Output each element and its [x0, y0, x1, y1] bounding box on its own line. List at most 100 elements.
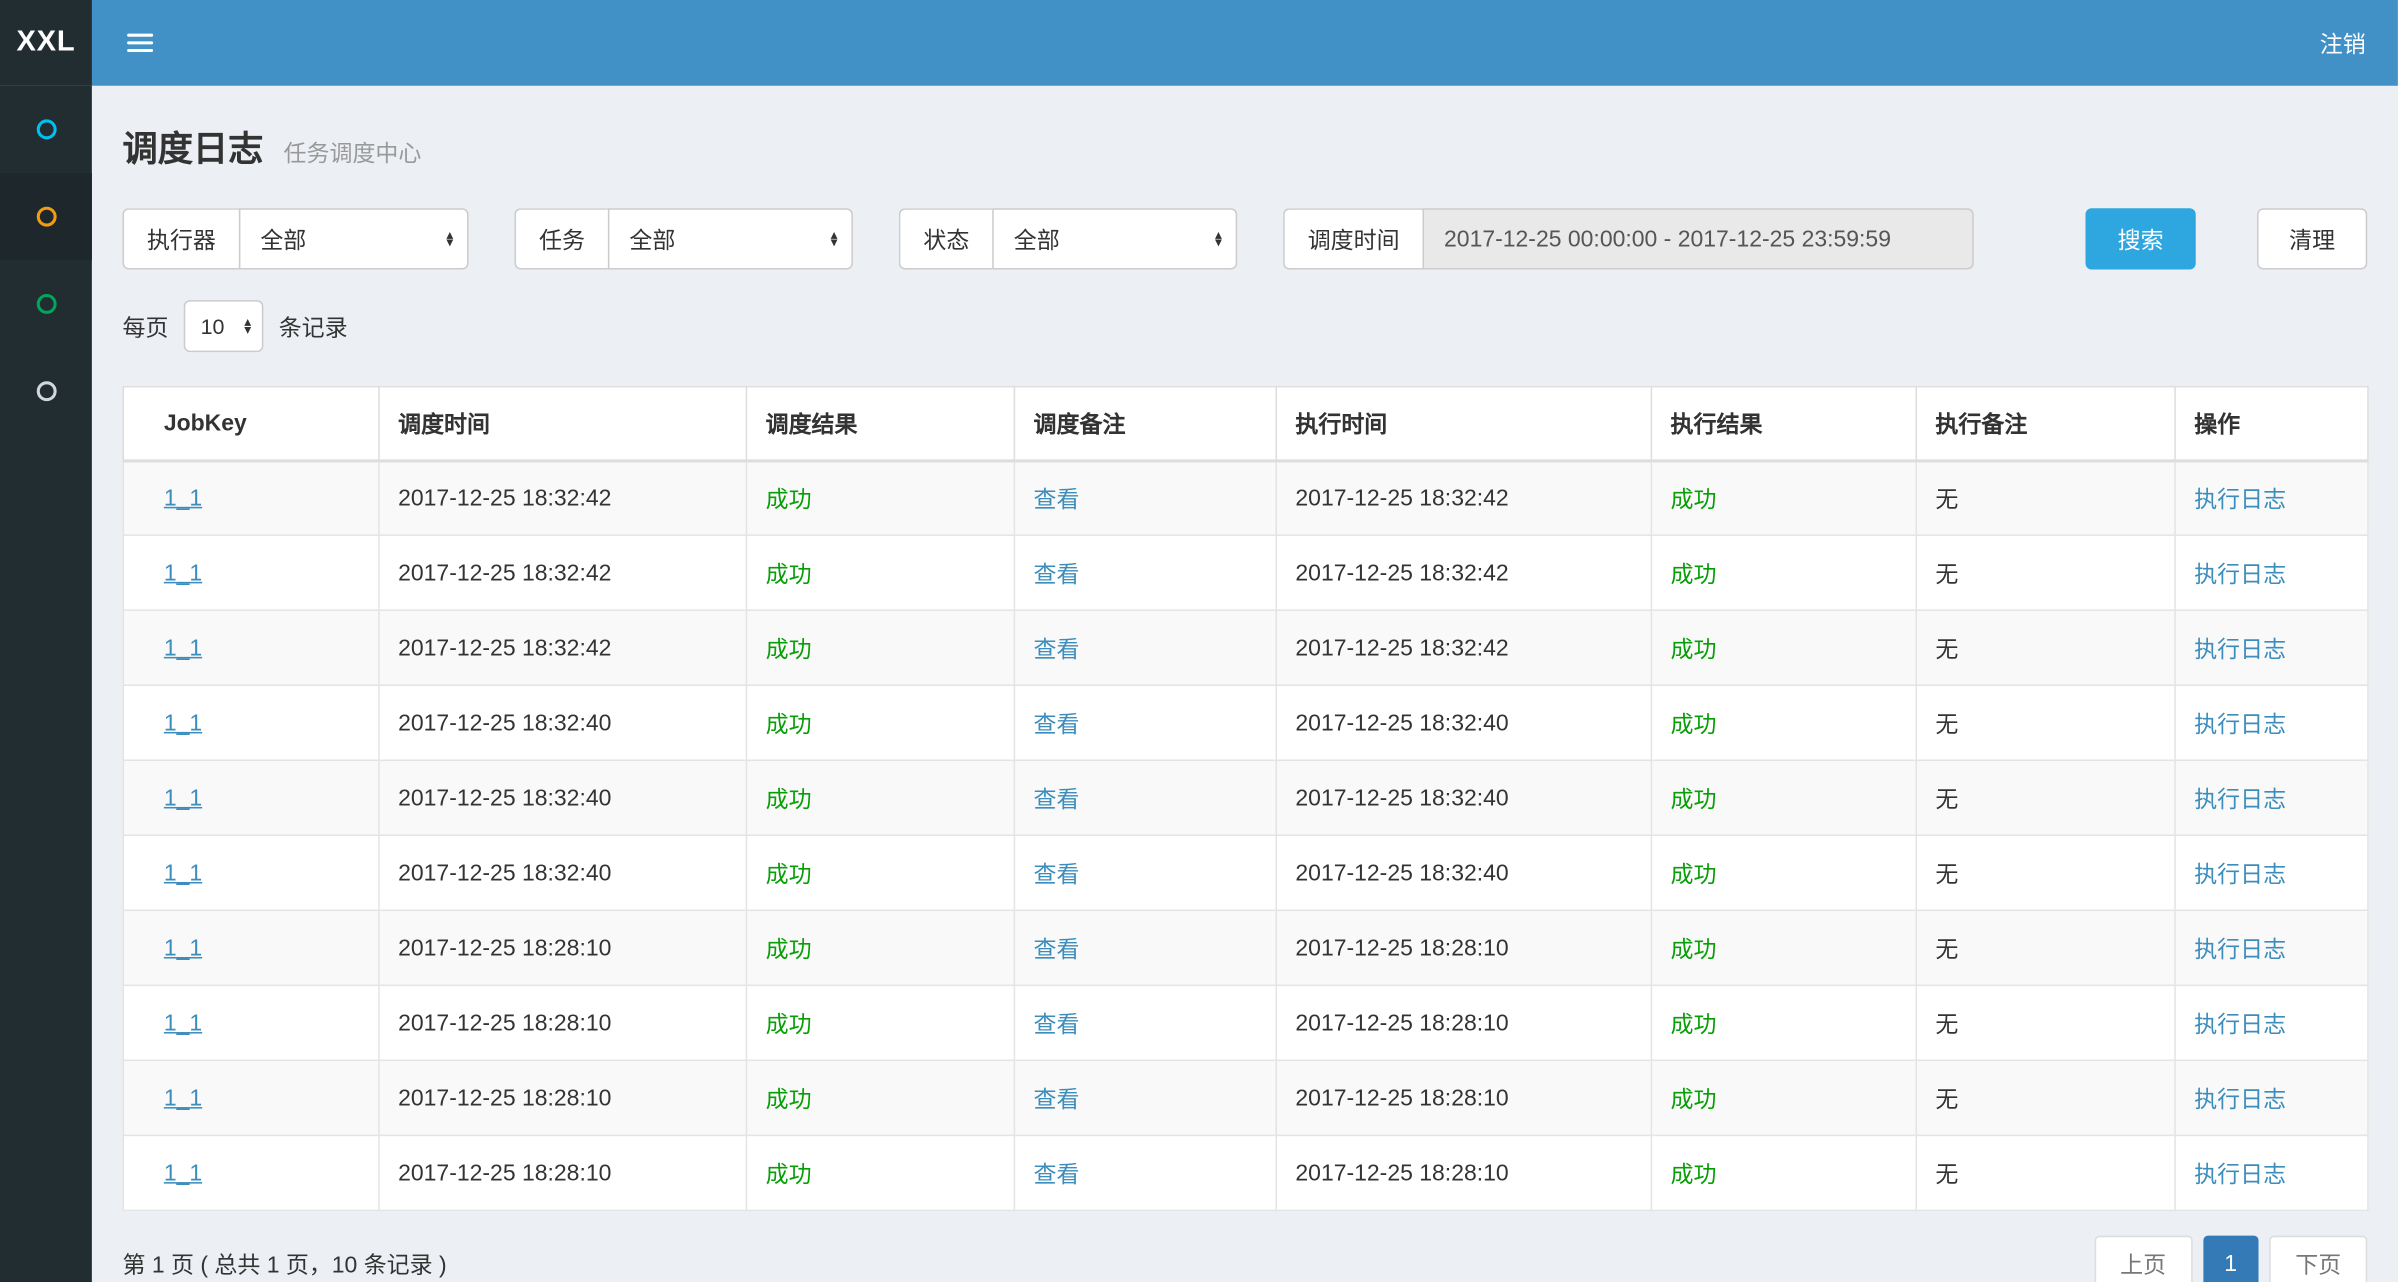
sidebar-item-1[interactable] — [0, 86, 92, 173]
col-header-handle-msg: 执行备注 — [1916, 387, 2175, 460]
trigger-result-text: 成功 — [766, 711, 812, 737]
trigger-result-text: 成功 — [766, 936, 812, 962]
sidebar-toggle-button[interactable] — [92, 0, 188, 86]
trigger-msg-link[interactable]: 查看 — [1034, 1161, 1080, 1187]
sidebar-item-4[interactable] — [0, 348, 92, 435]
next-page-button[interactable]: 下页 — [2269, 1236, 2367, 1282]
job-key-link[interactable]: 1_1 — [164, 485, 202, 511]
handle-time-cell: 2017-12-25 18:28:10 — [1295, 1160, 1508, 1186]
trigger-result-text: 成功 — [766, 561, 812, 587]
exec-log-link[interactable]: 执行日志 — [2194, 561, 2286, 587]
sidebar-item-3[interactable] — [0, 260, 92, 347]
prev-page-button[interactable]: 上页 — [2094, 1236, 2192, 1282]
sidebar-item-2[interactable] — [0, 173, 92, 260]
table-row: 1_12017-12-25 18:32:40成功查看2017-12-25 18:… — [123, 835, 2368, 910]
handle-msg-cell: 无 — [1935, 561, 1958, 587]
trigger-time-cell: 2017-12-25 18:28:10 — [398, 935, 611, 961]
job-key-link[interactable]: 1_1 — [164, 710, 202, 736]
job-key-link[interactable]: 1_1 — [164, 860, 202, 886]
log-table-body: 1_12017-12-25 18:32:42成功查看2017-12-25 18:… — [123, 460, 2368, 1210]
trigger-msg-link[interactable]: 查看 — [1034, 636, 1080, 662]
trigger-msg-link[interactable]: 查看 — [1034, 786, 1080, 812]
handle-msg-cell: 无 — [1935, 1011, 1958, 1037]
page-size-select[interactable]: 10 ▴▾ — [184, 300, 264, 352]
job-key-link[interactable]: 1_1 — [164, 560, 202, 586]
executor-select[interactable]: 全部 ▴▾ — [239, 208, 469, 269]
trigger-msg-link[interactable]: 查看 — [1034, 711, 1080, 737]
page-title: 调度日志 — [122, 129, 263, 169]
trigger-time-cell: 2017-12-25 18:32:40 — [398, 860, 611, 886]
executor-select-value: 全部 — [260, 223, 306, 255]
status-select[interactable]: 全部 ▴▾ — [992, 208, 1237, 269]
handle-msg-cell: 无 — [1935, 711, 1958, 737]
trigger-time-cell: 2017-12-25 18:32:42 — [398, 635, 611, 661]
job-key-link[interactable]: 1_1 — [164, 1160, 202, 1186]
pagination: 上页 1 下页 — [2094, 1236, 2367, 1282]
trigger-msg-link[interactable]: 查看 — [1034, 936, 1080, 962]
handle-msg-cell: 无 — [1935, 786, 1958, 812]
exec-log-link[interactable]: 执行日志 — [2194, 636, 2286, 662]
handle-result-text: 成功 — [1671, 1011, 1717, 1037]
job-key-link[interactable]: 1_1 — [164, 635, 202, 661]
handle-msg-cell: 无 — [1935, 936, 1958, 962]
col-header-trigger-time: 调度时间 — [379, 387, 746, 460]
trigger-time-filter-label: 调度时间 — [1283, 208, 1422, 269]
handle-msg-cell: 无 — [1935, 487, 1958, 513]
circle-icon — [36, 207, 56, 227]
trigger-msg-link[interactable]: 查看 — [1034, 1086, 1080, 1112]
trigger-result-text: 成功 — [766, 861, 812, 887]
handle-time-cell: 2017-12-25 18:32:42 — [1295, 635, 1508, 661]
handle-time-cell: 2017-12-25 18:32:42 — [1295, 560, 1508, 586]
job-key-link[interactable]: 1_1 — [164, 935, 202, 961]
handle-time-cell: 2017-12-25 18:28:10 — [1295, 1085, 1508, 1111]
trigger-msg-link[interactable]: 查看 — [1034, 861, 1080, 887]
job-select[interactable]: 全部 ▴▾ — [608, 208, 853, 269]
job-key-link[interactable]: 1_1 — [164, 1010, 202, 1036]
trigger-msg-link[interactable]: 查看 — [1034, 561, 1080, 587]
trigger-time-cell: 2017-12-25 18:32:40 — [398, 785, 611, 811]
table-row: 1_1 2017-12-25 18:32:42 成功 查看 2017-12-25 18:… — [123, 610, 2368, 685]
exec-log-link[interactable]: 执行日志 — [2194, 861, 2286, 887]
job-filter-group: 任务 全部 ▴▾ — [515, 208, 853, 269]
logout-link[interactable]: 注销 — [2288, 0, 2398, 86]
exec-log-link[interactable]: 执行日志 — [2194, 1011, 2286, 1037]
handle-result-text: 成功 — [1671, 936, 1717, 962]
table-row: 1_1 2017-12-25 18:32:40 成功 查看 2017-12-25 18:… — [123, 760, 2368, 835]
handle-result-text: 成功 — [1671, 636, 1717, 662]
trigger-time-range-input[interactable] — [1423, 208, 1974, 269]
trigger-time-cell: 2017-12-25 18:32:40 — [398, 710, 611, 736]
current-page-button[interactable]: 1 — [2203, 1236, 2259, 1282]
handle-result-text: 成功 — [1671, 711, 1717, 737]
table-row: 1_12017-12-25 18:32:42成功查看2017-12-25 18:… — [123, 460, 2368, 535]
col-header-jobkey: JobKey — [123, 387, 379, 460]
table-row: 1_12017-12-25 18:28:10成功查看2017-12-25 18:… — [123, 985, 2368, 1060]
exec-log-link[interactable]: 执行日志 — [2194, 711, 2286, 737]
handle-time-cell: 2017-12-25 18:32:40 — [1295, 785, 1508, 811]
circle-icon — [36, 294, 56, 314]
page-subtitle: 任务调度中心 — [284, 141, 422, 167]
handle-time-cell: 2017-12-25 18:32:40 — [1295, 710, 1508, 736]
circle-icon — [36, 119, 56, 139]
job-key-link[interactable]: 1_1 — [164, 785, 202, 811]
search-button[interactable]: 搜索 — [2085, 208, 2195, 269]
job-key-link[interactable]: 1_1 — [164, 1085, 202, 1111]
clear-button[interactable]: 清理 — [2257, 208, 2367, 269]
select-arrows-icon: ▴▾ — [446, 230, 453, 247]
trigger-result-text: 成功 — [766, 487, 812, 513]
exec-log-link[interactable]: 执行日志 — [2194, 487, 2286, 513]
page-size-control: 每页 10 ▴▾ 条记录 — [122, 300, 2367, 352]
exec-log-link[interactable]: 执行日志 — [2194, 1161, 2286, 1187]
exec-log-link[interactable]: 执行日志 — [2194, 936, 2286, 962]
page-header: 调度日志 任务调度中心 — [122, 119, 2367, 171]
trigger-time-cell: 2017-12-25 18:28:10 — [398, 1010, 611, 1036]
handle-result-text: 成功 — [1671, 561, 1717, 587]
executor-filter-group: 执行器 全部 ▴▾ — [122, 208, 468, 269]
table-row: 1_12017-12-25 18:28:10成功查看2017-12-25 18:… — [123, 1060, 2368, 1135]
executor-filter-label: 执行器 — [122, 208, 238, 269]
status-filter-group: 状态 全部 ▴▾ — [899, 208, 1237, 269]
handle-result-text: 成功 — [1671, 786, 1717, 812]
trigger-msg-link[interactable]: 查看 — [1034, 487, 1080, 513]
trigger-msg-link[interactable]: 查看 — [1034, 1011, 1080, 1037]
exec-log-link[interactable]: 执行日志 — [2194, 786, 2286, 812]
exec-log-link[interactable]: 执行日志 — [2194, 1086, 2286, 1112]
